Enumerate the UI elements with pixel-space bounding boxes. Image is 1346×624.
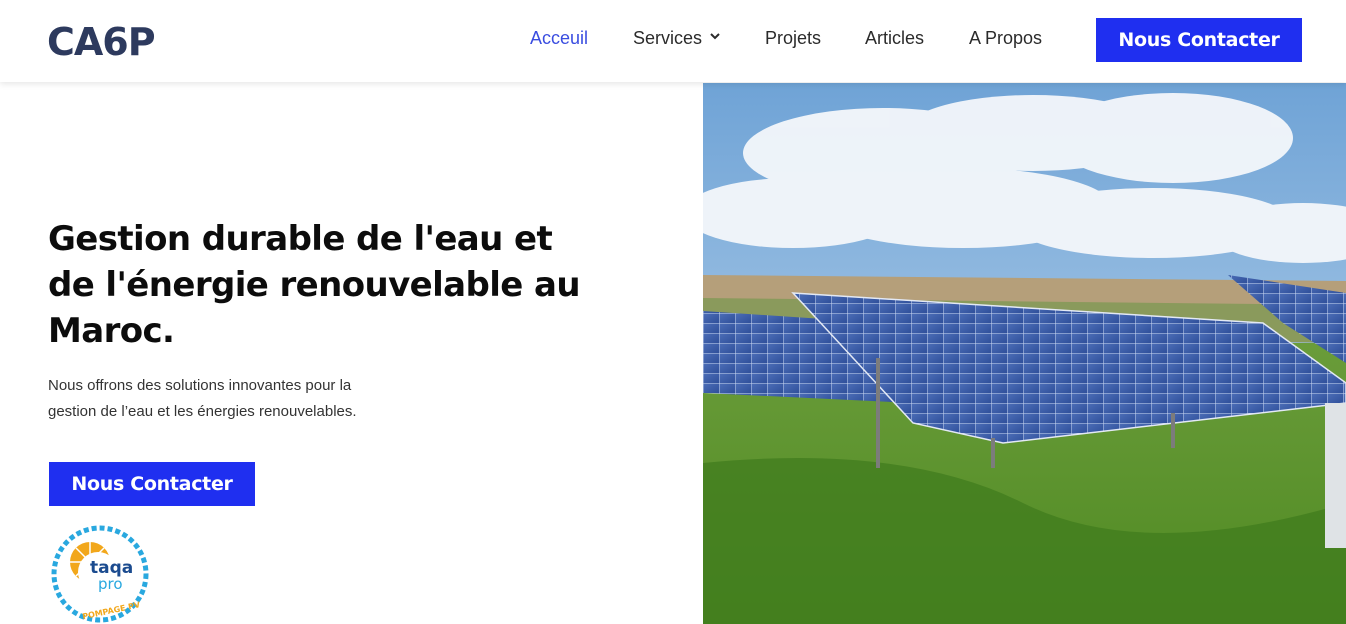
nav-item-services[interactable]: Services [633, 28, 720, 49]
logo-text: CA6P [47, 22, 155, 60]
nav-item-projets[interactable]: Projets [765, 28, 821, 49]
nav-item-services-label: Services [633, 28, 703, 48]
hero-contact-button[interactable]: Nous Contacter [49, 462, 255, 506]
hero-title: Gestion durable de l'eau et de l'énergie… [48, 216, 638, 354]
taqa-pro-badge: taqa pro POMPAGE PV [51, 525, 149, 623]
nav-item-articles[interactable]: Articles [865, 28, 924, 49]
hero-subtitle-line: Nous offrons des solutions innovantes po… [48, 377, 352, 394]
hero-title-line: Maroc. [48, 311, 175, 351]
nav-item-a-propos[interactable]: A Propos [969, 28, 1042, 49]
solar-panels-image [703, 83, 1346, 624]
site-header: CA6P Acceuil Services Projets Articles A… [0, 0, 1346, 82]
hero-title-line: de l'énergie renouvelable au [48, 265, 581, 305]
hero-subtitle-line: gestion de l’eau et les énergies renouve… [48, 403, 357, 420]
hero-title-line: Gestion durable de l'eau et [48, 219, 553, 259]
hero-subtitle: Nous offrons des solutions innovantes po… [48, 373, 408, 425]
header-contact-button[interactable]: Nous Contacter [1096, 18, 1302, 62]
nav-item-acceuil[interactable]: Acceuil [530, 28, 588, 49]
chevron-down-icon [710, 33, 720, 40]
badge-brand-line2: pro [98, 575, 123, 593]
logo[interactable]: CA6P [47, 22, 185, 60]
